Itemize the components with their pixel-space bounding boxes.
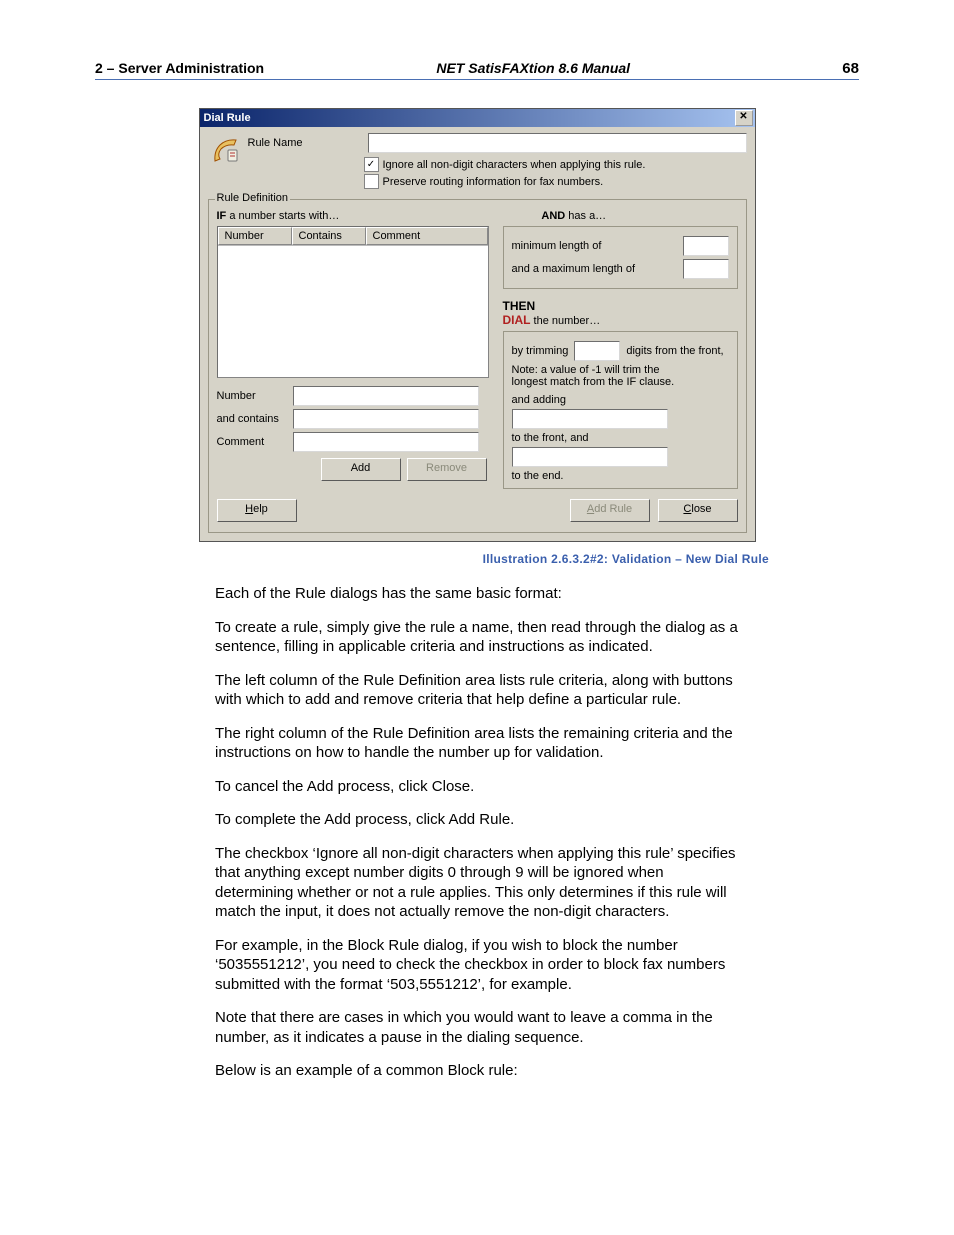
header-title: NET SatisFAXtion 8.6 Manual — [436, 60, 630, 76]
dial-label: DIAL — [503, 313, 531, 327]
criteria-listview[interactable]: Number Contains Comment — [217, 226, 489, 378]
dial-text: the number… — [531, 315, 601, 327]
trim-note-1: Note: a value of -1 will trim the — [512, 364, 729, 376]
para-3: The left column of the Rule Definition a… — [95, 671, 859, 710]
dial-box: by trimming digits from the front, Note:… — [503, 331, 738, 489]
to-end-label: to the end. — [512, 470, 729, 482]
add-front-input[interactable] — [512, 409, 668, 429]
comment-label: Comment — [217, 436, 287, 448]
add-criteria-button[interactable]: Add — [321, 458, 401, 481]
phone-hand-icon — [208, 133, 244, 169]
body-text: Each of the Rule dialogs has the same ba… — [95, 584, 859, 1081]
if-label: IF — [217, 210, 227, 222]
if-text: a number starts with… — [226, 210, 339, 222]
contains-label: and contains — [217, 413, 287, 425]
remove-criteria-button[interactable]: Remove — [407, 458, 487, 481]
close-button[interactable]: Close — [658, 499, 738, 522]
ignore-nondigit-checkbox[interactable]: ✓ — [364, 157, 379, 172]
min-length-input[interactable] — [683, 236, 729, 256]
rule-name-label: Rule Name — [244, 137, 358, 149]
and-text: has a… — [565, 210, 606, 222]
ignore-nondigit-label: Ignore all non-digit characters when app… — [383, 159, 646, 171]
para-1: Each of the Rule dialogs has the same ba… — [95, 584, 859, 604]
dialog-titlebar[interactable]: Dial Rule ✕ — [200, 109, 755, 127]
then-label: THEN — [503, 299, 738, 313]
comment-input[interactable] — [293, 432, 479, 452]
rule-definition-group: Rule Definition IF a number starts with…… — [208, 199, 747, 533]
lv-col-number[interactable]: Number — [218, 227, 292, 245]
para-6: To complete the Add process, click Add R… — [95, 810, 859, 830]
header-page-number: 68 — [842, 60, 859, 77]
header-section: 2 – Server Administration — [95, 60, 264, 76]
contains-input[interactable] — [293, 409, 479, 429]
dialog-title: Dial Rule — [204, 112, 251, 124]
help-button-text: elp — [253, 503, 268, 515]
help-button[interactable]: Help — [217, 499, 297, 522]
close-icon[interactable]: ✕ — [735, 110, 753, 126]
trim-note-2: longest match from the IF clause. — [512, 376, 729, 388]
para-8: For example, in the Block Rule dialog, i… — [95, 936, 859, 995]
page-header: 2 – Server Administration NET SatisFAXti… — [95, 60, 859, 80]
para-2: To create a rule, simply give the rule a… — [95, 618, 859, 657]
para-10: Below is an example of a common Block ru… — [95, 1061, 859, 1081]
max-length-input[interactable] — [683, 259, 729, 279]
para-7: The checkbox ‘Ignore all non-digit chara… — [95, 844, 859, 922]
add-rule-button[interactable]: Add Rule — [570, 499, 650, 522]
trim-label-a: by trimming — [512, 345, 569, 357]
number-label: Number — [217, 390, 287, 402]
and-label: AND — [541, 210, 565, 222]
para-4: The right column of the Rule Definition … — [95, 724, 859, 763]
para-9: Note that there are cases in which you w… — [95, 1008, 859, 1047]
trim-label-b: digits from the front, — [626, 345, 723, 357]
min-length-label: minimum length of — [512, 240, 677, 252]
lv-col-comment[interactable]: Comment — [366, 227, 488, 245]
dial-rule-dialog: Dial Rule ✕ Rule Name — [199, 108, 756, 542]
rule-definition-legend: Rule Definition — [215, 192, 291, 204]
to-front-label: to the front, and — [512, 432, 729, 444]
number-input[interactable] — [293, 386, 479, 406]
rule-name-input[interactable] — [368, 133, 747, 153]
preserve-routing-checkbox[interactable] — [364, 174, 379, 189]
lv-col-contains[interactable]: Contains — [292, 227, 366, 245]
trim-input[interactable] — [574, 341, 620, 361]
add-end-input[interactable] — [512, 447, 668, 467]
length-box: minimum length of and a maximum length o… — [503, 226, 738, 289]
illustration-caption: Illustration 2.6.3.2#2: Validation – New… — [95, 552, 769, 566]
para-5: To cancel the Add process, click Close. — [95, 777, 859, 797]
max-length-label: and a maximum length of — [512, 263, 677, 275]
preserve-routing-label: Preserve routing information for fax num… — [383, 176, 604, 188]
adding-label: and adding — [512, 394, 729, 406]
